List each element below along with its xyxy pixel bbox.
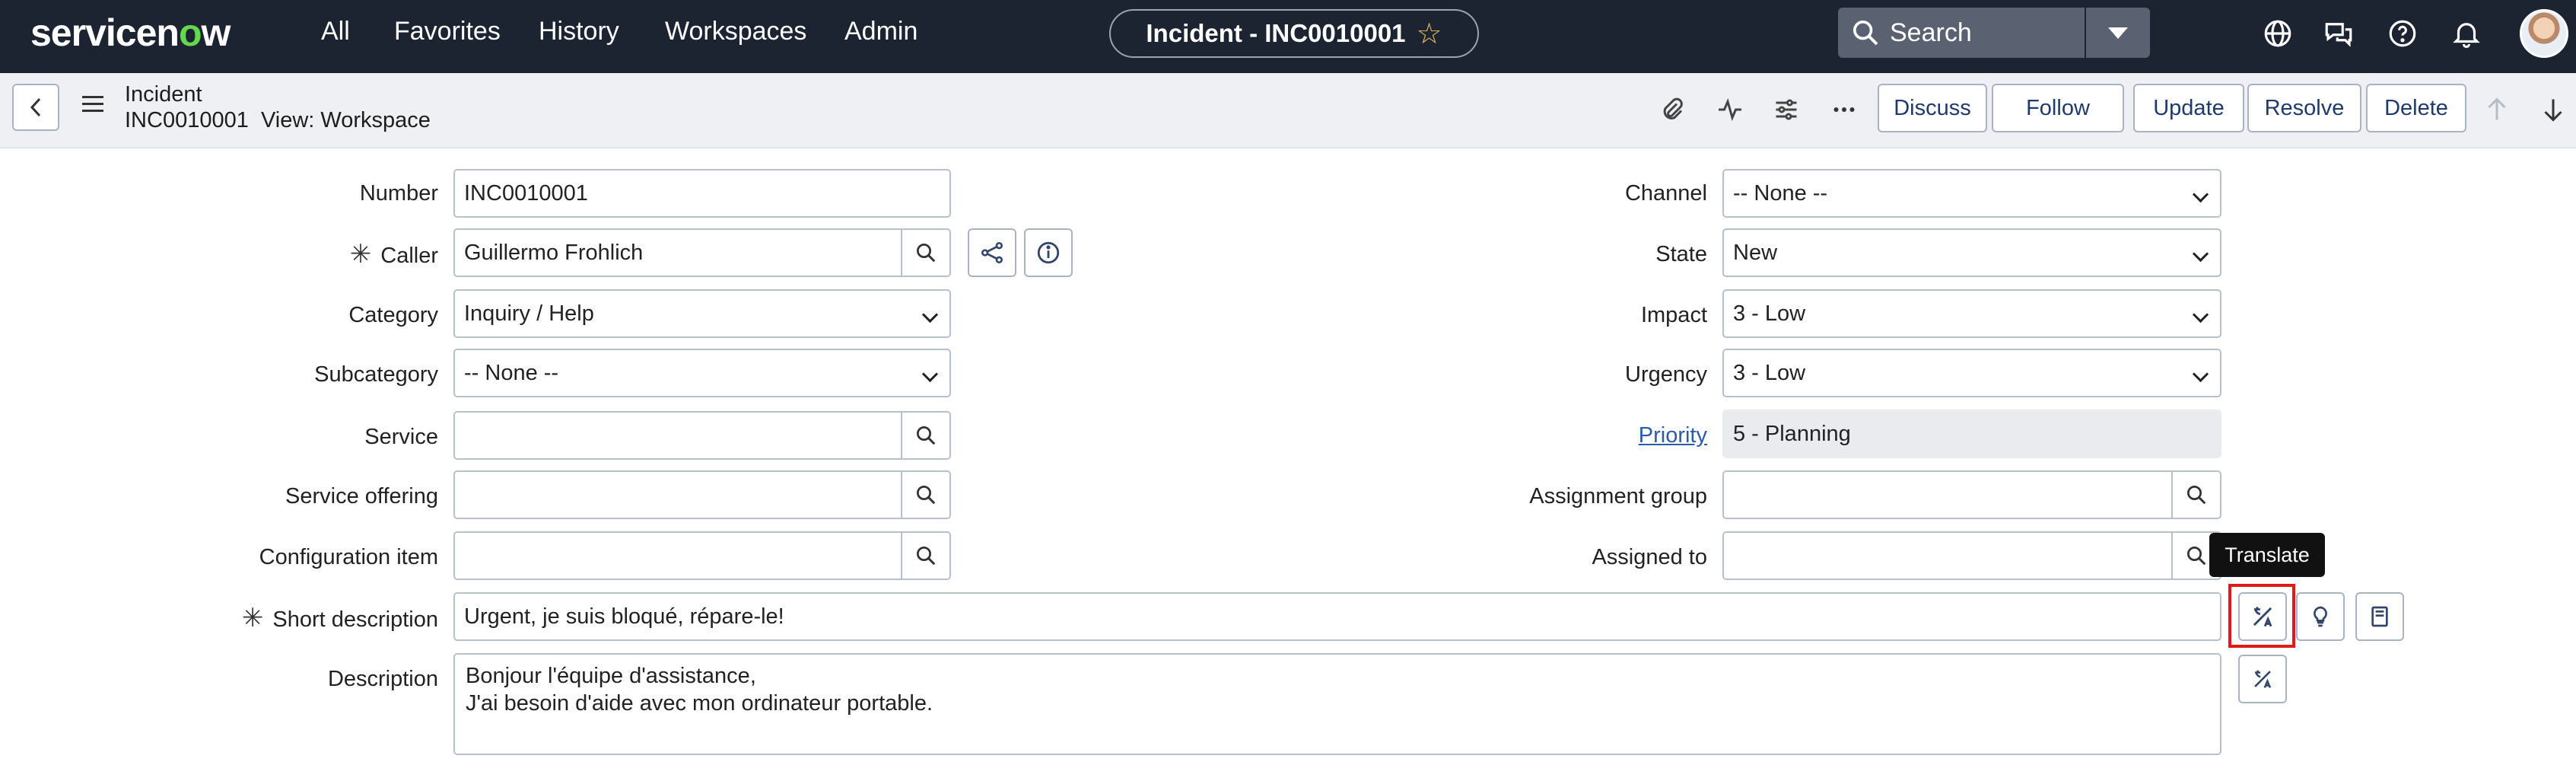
record-subtitle: INC0010001 View: Workspace [125, 108, 431, 132]
lightbulb-icon [2314, 606, 2327, 627]
configuration-item-field[interactable] [453, 531, 902, 580]
hierarchy-icon [981, 242, 1003, 263]
follow-button[interactable]: Follow [1992, 84, 2124, 132]
translate-highlight-box [2228, 584, 2295, 648]
subcategory-label: Subcategory [314, 362, 438, 387]
back-button[interactable] [12, 84, 59, 131]
caller-field[interactable]: Guillermo Frohlich [453, 228, 902, 277]
search-icon [1853, 21, 1878, 46]
context-title-pill[interactable]: Incident - INC0010001 ☆ [1109, 9, 1479, 58]
service-field[interactable] [453, 411, 902, 460]
knowledge-button[interactable] [2355, 592, 2404, 641]
configuration-item-label: Configuration item [259, 545, 438, 569]
description-line: Bonjour l'équipe d'assistance, [466, 664, 756, 688]
search-icon [2187, 547, 2206, 566]
delete-button[interactable]: Delete [2366, 84, 2466, 132]
nav-all[interactable]: All [321, 17, 350, 46]
caller-lookup-button[interactable] [902, 228, 951, 277]
activity-icon[interactable] [1713, 93, 1747, 126]
chevron-left-icon [30, 97, 41, 117]
user-avatar[interactable] [2520, 9, 2568, 58]
configuration-item-lookup-button[interactable] [902, 531, 951, 580]
assignment-group-field[interactable] [1722, 470, 2173, 519]
subcategory-select[interactable]: -- None -- [453, 349, 951, 397]
urgency-select[interactable]: 3 - Low [1722, 349, 2221, 397]
assigned-to-label: Assigned to [1592, 545, 1707, 569]
nav-workspaces[interactable]: Workspaces [665, 17, 806, 46]
urgency-label: Urgency [1625, 362, 1707, 387]
search-label: Search [1890, 18, 1972, 47]
search-icon [2187, 486, 2206, 505]
assigned-to-field[interactable] [1722, 531, 2173, 580]
settings-sliders-icon[interactable] [1770, 93, 1803, 126]
bell-icon[interactable] [2448, 15, 2485, 52]
nav-admin[interactable]: Admin [844, 17, 918, 46]
description-label: Description [327, 667, 438, 691]
state-select[interactable]: New [1722, 228, 2221, 277]
priority-link[interactable]: Priority [1400, 422, 1707, 449]
number-field[interactable]: INC0010001 [453, 169, 951, 218]
globe-icon[interactable] [2260, 15, 2296, 52]
resolve-button[interactable]: Resolve [2247, 84, 2361, 132]
channel-label: Channel [1624, 181, 1707, 206]
global-search[interactable]: Search [1838, 8, 2085, 58]
priority-field: 5 - Planning [1722, 410, 2221, 458]
number-label: Number [359, 181, 438, 206]
translate-icon [2254, 670, 2272, 688]
category-select[interactable]: Inquiry / Help [453, 289, 951, 338]
channel-select[interactable]: -- None -- [1722, 169, 2221, 218]
short-description-field[interactable]: Urgent, je suis bloqué, répare-le! [453, 592, 2221, 641]
assignment-group-lookup-button[interactable] [2173, 470, 2221, 519]
help-icon[interactable] [2384, 15, 2421, 52]
context-menu-icon[interactable] [82, 96, 103, 116]
impact-select[interactable]: 3 - Low [1722, 289, 2221, 338]
search-icon [917, 486, 936, 505]
caller-info-button[interactable] [1024, 228, 1073, 277]
search-icon [917, 426, 936, 445]
view-label: View: Workspace [260, 108, 431, 132]
book-icon [2371, 606, 2388, 627]
caller-relations-button[interactable] [968, 228, 1016, 277]
top-navigation: servicenow All Favorites History Workspa… [0, 0, 2576, 73]
required-asterisk-icon: ✳ [241, 604, 264, 633]
impact-label: Impact [1640, 303, 1707, 327]
description-textarea[interactable]: Bonjour l'équipe d'assistance, J'ai beso… [453, 653, 2221, 755]
record-type: Incident [125, 82, 202, 107]
discuss-button[interactable]: Discuss [1878, 84, 1987, 132]
record-header: Incident INC0010001 View: Workspace Disc… [0, 73, 2576, 148]
search-icon [917, 244, 936, 263]
search-scope-dropdown[interactable] [2086, 8, 2150, 58]
star-icon[interactable]: ☆ [1417, 17, 1442, 51]
servicenow-logo[interactable]: servicenow [30, 11, 231, 55]
record-number: INC0010001 [125, 108, 249, 132]
service-label: Service [364, 425, 438, 449]
more-options-icon[interactable] [1827, 93, 1861, 126]
nav-favorites[interactable]: Favorites [394, 17, 501, 46]
chat-icon[interactable] [2320, 15, 2357, 52]
search-icon [917, 547, 936, 566]
suggestion-button[interactable] [2296, 592, 2345, 641]
state-label: State [1655, 242, 1707, 266]
caret-down-icon [2108, 27, 2128, 39]
update-button[interactable]: Update [2133, 84, 2244, 132]
info-icon [1037, 241, 1060, 264]
caller-label: ✳ Caller [349, 240, 438, 269]
context-title: Incident - INC0010001 [1146, 19, 1406, 47]
service-offering-lookup-button[interactable] [902, 470, 951, 519]
short-description-label: ✳ Short description [241, 604, 438, 633]
required-asterisk-icon: ✳ [349, 240, 372, 269]
service-offering-field[interactable] [453, 470, 902, 519]
description-line: J'ai besoin d'aide avec mon ordinateur p… [466, 691, 933, 716]
arrow-down-icon[interactable] [2536, 93, 2570, 126]
service-offering-label: Service offering [285, 484, 438, 508]
service-lookup-button[interactable] [902, 411, 951, 460]
category-label: Category [348, 303, 438, 327]
nav-history[interactable]: History [539, 17, 619, 46]
paperclip-icon[interactable] [1655, 93, 1689, 126]
translate-tooltip: Translate [2209, 533, 2325, 577]
arrow-up-icon[interactable] [2480, 93, 2514, 126]
assignment-group-label: Assignment group [1529, 484, 1707, 508]
description-translate-button[interactable] [2238, 655, 2287, 703]
